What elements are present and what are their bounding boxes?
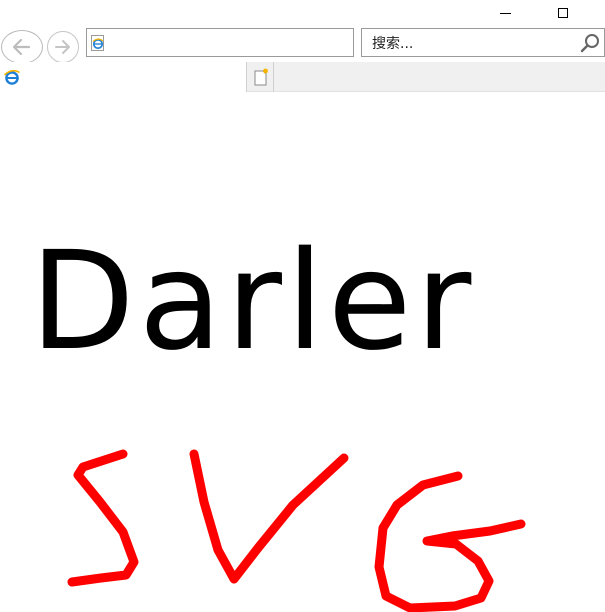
navigation-bar [0, 26, 605, 64]
minimize-icon [499, 12, 511, 14]
maximize-button[interactable] [540, 0, 586, 26]
forward-button[interactable] [47, 31, 79, 63]
address-input[interactable] [109, 31, 353, 55]
magnifier-icon[interactable] [580, 33, 600, 53]
page-content: Darler [0, 92, 605, 612]
new-tab-button[interactable] [248, 62, 274, 92]
search-input[interactable] [370, 32, 574, 56]
minimize-button[interactable] [482, 0, 528, 26]
drawn-letter-g [374, 471, 526, 612]
maximize-icon [558, 8, 568, 18]
page-heading: Darler [30, 223, 476, 381]
search-box[interactable] [361, 28, 605, 57]
red-svg-drawing [67, 449, 526, 612]
tab-strip [0, 62, 605, 92]
forward-arrow-icon [55, 40, 70, 54]
back-arrow-icon [12, 38, 31, 56]
page-icon [91, 35, 104, 51]
ie-logo-icon [3, 69, 20, 85]
title-bar [0, 0, 605, 26]
new-tab-icon [254, 68, 268, 86]
drawn-letter-v [189, 449, 349, 584]
drawn-letter-s [67, 449, 139, 587]
back-button[interactable] [1, 30, 43, 64]
tab-active[interactable] [0, 62, 247, 92]
address-bar[interactable] [86, 28, 354, 57]
